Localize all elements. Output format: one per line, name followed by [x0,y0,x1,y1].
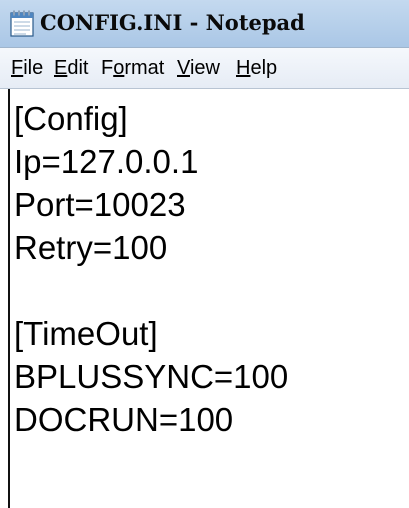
menu-format[interactable]: Format [101,56,164,80]
menu-file-accelerator: F [11,57,24,79]
menu-format-label-pre: F [101,57,114,79]
editor-line-2: Ip=127.0.0.1 [14,143,199,180]
window-title: CONFIG.INI - Notepad [40,10,305,35]
menu-help-label: elp [250,57,278,79]
text-editor-area[interactable]: [Config] Ip=127.0.0.1 Port=10023 Retry=1… [0,89,409,508]
menu-help[interactable]: Help [236,56,277,80]
menu-format-accelerator: o [113,57,125,79]
editor-line-8: DOCRUN=100 [14,401,234,438]
menu-format-label: rmat [124,57,165,79]
editor-line-6: [TimeOut] [14,315,158,352]
menu-file-label: ile [23,57,44,79]
menu-help-accelerator: H [236,57,251,79]
menu-edit-accelerator: E [54,57,68,79]
editor-line-7: BPLUSSYNC=100 [14,358,289,395]
menu-bar: File Edit Format View Help [0,48,409,89]
menu-edit[interactable]: Edit [54,56,88,80]
notepad-window: CONFIG.INI - Notepad File Edit Format Vi… [0,0,409,508]
editor-line-3: Port=10023 [14,186,186,223]
notepad-icon [10,10,34,37]
editor-line-4: Retry=100 [14,229,168,266]
menu-edit-label: dit [67,57,89,79]
menu-file[interactable]: File [11,56,43,80]
menu-view-accelerator: V [177,57,190,79]
editor-line-1: [Config] [14,100,128,137]
menu-view-label: iew [189,57,220,79]
menu-view[interactable]: View [177,56,220,80]
editor-left-border [8,89,10,508]
title-bar[interactable]: CONFIG.INI - Notepad [0,0,409,48]
